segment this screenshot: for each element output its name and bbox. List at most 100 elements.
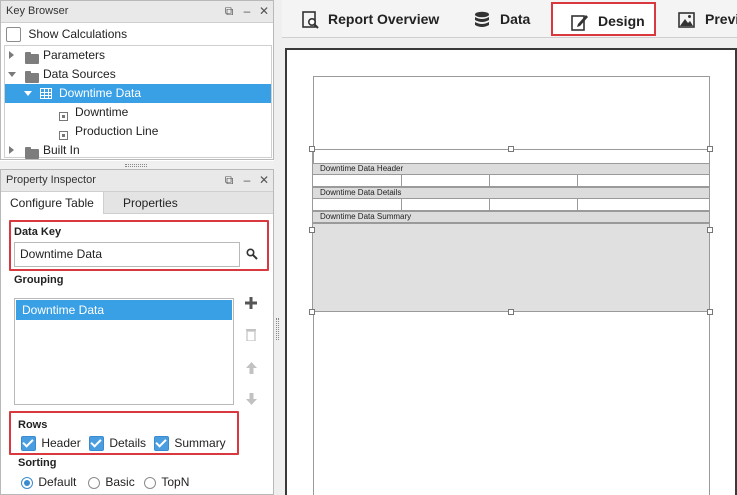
- splitter-grip[interactable]: [276, 318, 279, 340]
- cell-divider: [577, 175, 578, 186]
- property-inspector-title: Property Inspector: [6, 174, 96, 186]
- folder-icon: [25, 71, 39, 83]
- collapse-arrow-icon[interactable]: [24, 91, 32, 96]
- database-icon: [475, 11, 489, 28]
- details-cells[interactable]: [312, 199, 710, 211]
- expand-arrow-icon[interactable]: [9, 51, 14, 59]
- basic-radio[interactable]: [88, 476, 100, 489]
- resize-handle[interactable]: [707, 309, 713, 315]
- cell-divider: [577, 199, 578, 210]
- tab-preview[interactable]: Preview: [678, 0, 737, 38]
- default-radio[interactable]: [21, 476, 33, 489]
- restore-icon[interactable]: ⧉: [223, 5, 235, 17]
- tab-label: Report Overview: [328, 11, 440, 27]
- key-browser-titlebar: Key Browser ⧉ ‒ ✕: [1, 1, 273, 23]
- grouping-list[interactable]: Downtime Data: [14, 298, 234, 405]
- header-checkbox-label: Header: [41, 436, 81, 450]
- band-details[interactable]: Downtime Data Details: [312, 187, 710, 199]
- basic-radio-label: Basic: [105, 475, 135, 489]
- minimize-icon[interactable]: ‒: [241, 174, 253, 186]
- table-icon: [40, 88, 52, 99]
- move-down-icon[interactable]: [246, 393, 257, 405]
- tree-label: Built In: [43, 143, 80, 157]
- tab-data[interactable]: Data: [474, 0, 530, 38]
- key-browser-title: Key Browser: [6, 5, 69, 17]
- tab-properties[interactable]: Properties: [114, 192, 187, 214]
- close-icon[interactable]: ✕: [258, 174, 270, 186]
- data-key-value: Downtime Data: [20, 247, 103, 261]
- header-checkbox[interactable]: [21, 436, 36, 452]
- resize-handle[interactable]: [508, 309, 514, 315]
- resize-handle[interactable]: [707, 146, 713, 152]
- restore-icon[interactable]: ⧉: [223, 174, 235, 186]
- vertical-splitter[interactable]: [274, 0, 282, 495]
- tree-item-production-line[interactable]: Production Line: [5, 122, 271, 141]
- collapse-arrow-icon[interactable]: [8, 72, 16, 77]
- band-header-label: Downtime Data Header: [320, 164, 404, 173]
- search-icon[interactable]: [246, 248, 258, 260]
- tree-item-built-in[interactable]: Built In: [5, 141, 271, 160]
- tree-item-downtime[interactable]: Downtime: [5, 103, 271, 122]
- topn-radio-label: TopN: [161, 475, 190, 489]
- close-icon[interactable]: ✕: [258, 5, 270, 17]
- image-icon: [678, 12, 695, 29]
- band-summary-label: Downtime Data Summary: [320, 212, 412, 221]
- tree-item-downtime-data[interactable]: Downtime Data: [5, 84, 271, 103]
- resize-handle[interactable]: [707, 227, 713, 233]
- tree-label: Production Line: [75, 124, 159, 138]
- resize-handle[interactable]: [508, 146, 514, 152]
- header-cells[interactable]: [312, 175, 710, 187]
- grouping-item[interactable]: Downtime Data: [16, 300, 232, 320]
- band-summary[interactable]: Downtime Data Summary: [312, 211, 710, 223]
- move-up-icon[interactable]: [246, 362, 257, 374]
- rows-summary-option[interactable]: Summary: [154, 435, 226, 452]
- tree-item-data-sources[interactable]: Data Sources: [5, 65, 271, 84]
- delete-icon[interactable]: [246, 328, 256, 342]
- report-overview-icon: [302, 11, 319, 30]
- tab-design[interactable]: Design: [551, 2, 656, 36]
- sorting-basic-option[interactable]: Basic: [88, 474, 135, 490]
- folder-icon: [25, 147, 39, 159]
- tree-label: Downtime Data: [59, 86, 142, 100]
- grouping-label: Grouping: [14, 274, 64, 286]
- tab-label: Design: [598, 13, 645, 29]
- sorting-label: Sorting: [18, 457, 57, 469]
- cell-divider: [489, 175, 490, 186]
- inspector-tabs: Configure Table Properties: [1, 192, 273, 214]
- tree-label: Data Sources: [43, 67, 116, 81]
- tree-label: Downtime: [75, 105, 129, 119]
- band-details-label: Downtime Data Details: [320, 188, 402, 197]
- tab-label: Data: [500, 11, 531, 27]
- resize-handle[interactable]: [309, 146, 315, 152]
- key-browser-panel: Key Browser ⧉ ‒ ✕ Show Calculations Para…: [0, 0, 274, 160]
- splitter-grip[interactable]: [125, 164, 147, 167]
- sorting-default-option[interactable]: Default: [21, 474, 76, 490]
- add-icon[interactable]: [244, 296, 258, 310]
- resize-handle[interactable]: [309, 227, 315, 233]
- tab-report-overview[interactable]: Report Overview: [302, 0, 439, 38]
- rows-header-option[interactable]: Header: [21, 435, 81, 452]
- field-icon: [59, 112, 68, 121]
- cell-divider: [401, 175, 402, 186]
- main-tabbar: Report Overview Data Design Preview: [282, 0, 737, 38]
- details-checkbox[interactable]: [89, 436, 104, 452]
- data-key-input[interactable]: Downtime Data: [14, 242, 240, 267]
- summary-area[interactable]: [312, 223, 710, 312]
- rows-details-option[interactable]: Details: [89, 435, 146, 452]
- sorting-topn-option[interactable]: TopN: [144, 474, 189, 490]
- band-header[interactable]: Downtime Data Header: [312, 163, 710, 175]
- summary-checkbox-label: Summary: [174, 436, 226, 450]
- key-tree: Parameters Data Sources Downtime Data Do…: [4, 45, 272, 160]
- summary-checkbox[interactable]: [154, 436, 169, 452]
- resize-handle[interactable]: [309, 309, 315, 315]
- show-calculations-row[interactable]: Show Calculations: [6, 25, 127, 43]
- tab-configure-table[interactable]: Configure Table: [1, 192, 104, 214]
- panel-splitter[interactable]: [0, 161, 274, 169]
- tree-item-parameters[interactable]: Parameters: [5, 46, 271, 65]
- minimize-icon[interactable]: ‒: [241, 5, 253, 17]
- topn-radio[interactable]: [144, 476, 156, 489]
- expand-arrow-icon[interactable]: [9, 146, 14, 154]
- field-icon: [59, 131, 68, 140]
- show-calculations-checkbox[interactable]: [6, 27, 21, 43]
- default-radio-label: Default: [38, 475, 77, 489]
